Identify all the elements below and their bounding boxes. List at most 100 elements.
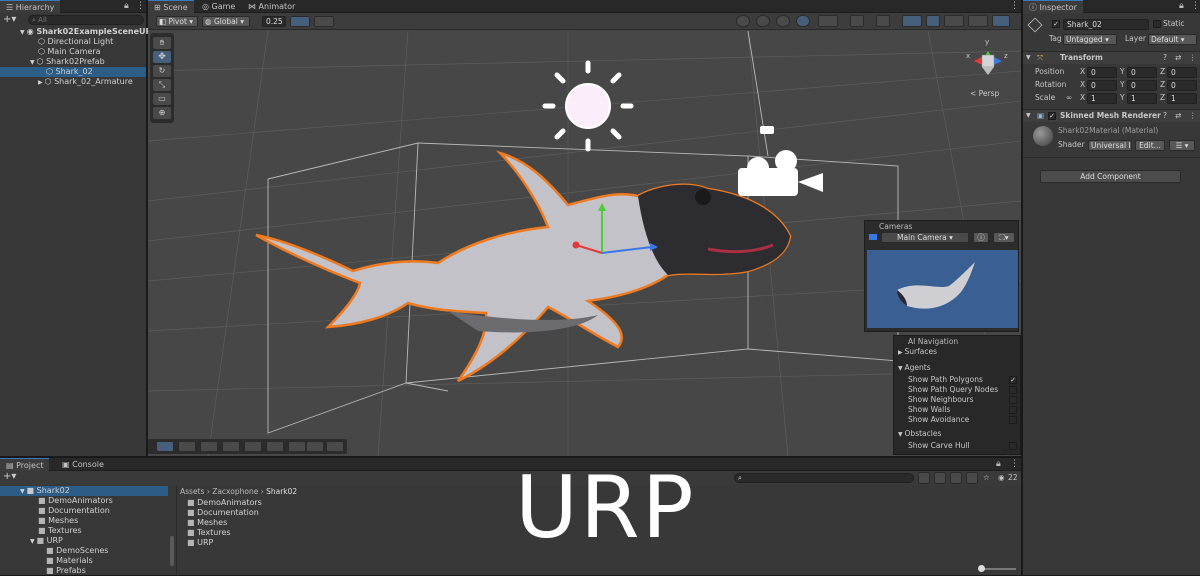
orientation-gizmo[interactable] <box>974 51 1002 75</box>
lock-icon[interactable]: 🔒︎ <box>1179 1 1184 11</box>
tree-item-main-camera[interactable]: ⬡ Main Camera <box>38 47 101 57</box>
wireframe-mode-icon[interactable] <box>736 15 750 27</box>
position-x-field[interactable]: 0 <box>1087 67 1117 78</box>
show-carve-hull-checkbox[interactable] <box>1009 442 1017 450</box>
obstacles-foldout[interactable]: ▼ Obstacles <box>898 429 941 440</box>
show-avoidance-checkbox[interactable] <box>1009 416 1017 424</box>
favorite-star-icon[interactable]: ☆ <box>983 473 990 483</box>
asset-folder-item[interactable]: ■ DemoAnimators <box>187 498 262 508</box>
help-icon[interactable]: ? <box>1163 53 1167 63</box>
folder-tree-item[interactable]: ▼ ■ Shark02 <box>0 486 168 496</box>
tree-item-prefab[interactable]: ▼ ⬡ Shark02Prefab <box>30 57 105 67</box>
surfaces-foldout[interactable]: ▶ Surfaces <box>898 347 937 358</box>
shader-menu-button[interactable]: ☰ ▾ <box>1169 140 1195 151</box>
transform-tool-icon[interactable]: ⊕ <box>153 107 171 119</box>
position-z-field[interactable]: 0 <box>1167 67 1197 78</box>
layers-overlay-icon[interactable] <box>244 441 262 452</box>
asset-folder-item[interactable]: ■ Meshes <box>187 518 227 528</box>
help-icon[interactable]: ? <box>1163 111 1167 121</box>
layer-dropdown[interactable]: Default ▾ <box>1148 34 1197 45</box>
active-checkbox[interactable]: ✓ <box>1052 20 1060 28</box>
shark-model[interactable] <box>255 150 792 383</box>
rotation-y-field[interactable]: 0 <box>1127 80 1157 91</box>
shaded-mode-icon[interactable] <box>776 15 790 27</box>
grid-snap-icon[interactable] <box>290 16 310 27</box>
gizmos-icon[interactable] <box>968 15 988 27</box>
moon-overlay-icon[interactable] <box>222 441 240 452</box>
navigation-overlay-icon[interactable] <box>288 441 306 452</box>
breadcrumb-item[interactable]: Shark02 <box>266 487 297 496</box>
more-menu-icon[interactable]: ⋮ <box>1191 1 1200 11</box>
asset-folder-item[interactable]: ■ Documentation <box>187 508 259 518</box>
hidden-packages-icon[interactable] <box>966 472 978 484</box>
camera-overlay-icon[interactable] <box>306 441 324 452</box>
camera-fullscreen-button[interactable]: ⛶▾ <box>993 232 1015 243</box>
search-by-type-icon[interactable] <box>918 472 930 484</box>
grid-visibility-icon[interactable] <box>314 16 334 27</box>
lighting-toggle-icon[interactable] <box>876 15 890 27</box>
tab-inspector[interactable]: ⓘ Inspector <box>1023 0 1083 13</box>
scale-tool-icon[interactable]: ⤡ <box>153 79 171 91</box>
tag-dropdown[interactable]: Untagged ▾ <box>1063 34 1117 45</box>
breadcrumb-item[interactable]: Zacxophone <box>212 487 258 496</box>
pivot-dropdown[interactable]: ◧ Pivot ▾ <box>156 16 198 27</box>
directional-light-icon[interactable] <box>542 60 634 152</box>
shader-edit-button[interactable]: Edit... <box>1135 140 1165 151</box>
scene-viewport[interactable]: y z x < Persp ✋︎ ✥ ↻ ⤡ ▭ ⊕ Cameras Main … <box>148 31 1021 456</box>
move-overlay-icon[interactable] <box>156 441 174 452</box>
more-menu-icon[interactable]: ⋮ <box>136 1 145 11</box>
component-menu-icon[interactable]: ⋮ <box>1189 53 1197 63</box>
project-search-input[interactable]: ⌕ <box>734 473 914 483</box>
shader-dropdown[interactable]: Universal I <box>1088 140 1132 151</box>
skinned-mesh-renderer-header[interactable]: ▼ ▣ ✓ Skinned Mesh Renderer ? ⇄ ⋮ <box>1023 109 1200 122</box>
scale-x-field[interactable]: 1 <box>1087 93 1117 104</box>
show-walls-checkbox[interactable] <box>1009 406 1017 414</box>
move-tool-icon[interactable]: ✥ <box>153 51 171 63</box>
asset-folder-item[interactable]: ■ URP <box>187 538 213 548</box>
search-by-label-icon[interactable] <box>934 472 946 484</box>
agents-foldout[interactable]: ▼ Agents <box>898 363 931 374</box>
show-path-query-nodes-checkbox[interactable] <box>1009 386 1017 394</box>
camera-object-icon[interactable] <box>738 126 823 196</box>
more-menu-icon[interactable]: ⋮ <box>1010 459 1019 469</box>
hand-tool-icon[interactable]: ✋︎ <box>153 37 171 49</box>
tab-scene[interactable]: ⊞ Scene <box>148 0 194 13</box>
persp-label[interactable]: < Persp <box>970 89 999 99</box>
more-menu-icon[interactable]: ⋮ <box>1010 1 1019 11</box>
scale-z-field[interactable]: 1 <box>1167 93 1197 104</box>
add-component-button[interactable]: Add Component <box>1040 170 1181 183</box>
icon-size-slider[interactable] <box>978 565 1016 572</box>
camera-selector-dropdown[interactable]: Main Camera ▾ <box>881 232 969 243</box>
position-y-field[interactable]: 0 <box>1127 67 1157 78</box>
tree-item-armature[interactable]: ▶ ⬡ Shark_02_Armature <box>38 77 133 87</box>
transform-header[interactable]: ▼ ⤧ Transform ? ⇄ ⋮ <box>1023 51 1200 64</box>
slider-handle[interactable] <box>978 565 985 572</box>
show-neighbours-checkbox[interactable] <box>1009 396 1017 404</box>
presets-icon[interactable]: ⇄ <box>1175 111 1181 121</box>
constrain-proportions-icon[interactable]: ∞ <box>1066 93 1072 103</box>
tab-project[interactable]: ▤ Project <box>0 458 50 471</box>
asset-folder-item[interactable]: ■ Textures <box>187 528 231 538</box>
hierarchy-search-input[interactable]: ⌕ All <box>28 15 144 25</box>
snap-value-field[interactable]: 0.25 <box>262 16 286 27</box>
debug-draw-icon[interactable] <box>818 15 838 27</box>
lit-mode-icon[interactable] <box>796 15 810 27</box>
lock-icon[interactable]: 🔒︎ <box>996 459 1001 469</box>
rotation-z-field[interactable]: 0 <box>1167 80 1197 91</box>
tree-scrollbar[interactable] <box>170 536 174 566</box>
visibility-icon[interactable] <box>926 15 940 27</box>
2d-toggle-icon[interactable] <box>850 15 864 27</box>
tag-icon[interactable] <box>950 472 962 484</box>
rotate-tool-icon[interactable]: ↻ <box>153 65 171 77</box>
renderer-enabled-checkbox[interactable]: ✓ <box>1048 112 1056 120</box>
folder-tree-item[interactable]: ■ Documentation <box>38 506 110 516</box>
settings-overlay-icon[interactable] <box>326 441 344 452</box>
hierarchy-add-button[interactable]: +▾ <box>3 14 16 25</box>
tab-animator[interactable]: ⋈ Animator <box>242 0 301 13</box>
static-checkbox[interactable] <box>1153 20 1161 28</box>
folder-tree-item[interactable]: ■ Materials <box>46 556 93 566</box>
rotation-x-field[interactable]: 0 <box>1087 80 1117 91</box>
shaded-wireframe-icon[interactable] <box>756 15 770 27</box>
global-gizmos-icon[interactable] <box>992 15 1010 27</box>
panel-overlay-icon[interactable] <box>178 441 196 452</box>
